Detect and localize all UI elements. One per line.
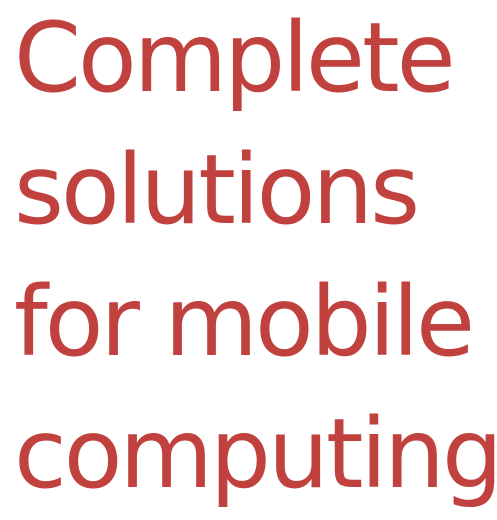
headline-line-2: solutions [14, 134, 420, 246]
headline: Complete solutions for mobile computing [14, 0, 497, 520]
headline-line-4: computing [14, 398, 497, 510]
headline-line-1: Complete [14, 2, 456, 114]
headline-line-3: for mobile [14, 266, 475, 378]
